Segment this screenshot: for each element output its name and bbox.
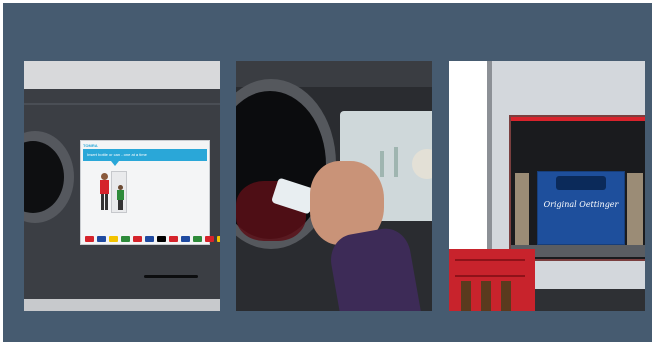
touchscreen: TOMRA Insert bottle or can - one at a ti…	[80, 140, 220, 245]
photo-touchscreen: TOMRA Insert bottle or can - one at a ti…	[24, 61, 220, 311]
screen-instruction: Insert bottle or can - one at a time	[87, 152, 147, 157]
language-flags	[85, 229, 220, 242]
flag-icon	[109, 236, 118, 242]
screen-brand: TOMRA	[83, 143, 98, 148]
sleeve	[326, 224, 422, 311]
illustration-child-legs	[118, 200, 123, 210]
compartment-roller	[627, 173, 643, 247]
illustration-child-body	[117, 190, 124, 200]
receipt-slot	[144, 275, 198, 278]
illustration-person-body	[100, 180, 109, 194]
compartment-top-light	[511, 117, 645, 121]
flag-icon	[157, 236, 166, 242]
flag-icon	[97, 236, 106, 242]
flag-icon	[121, 236, 130, 242]
screen-bottle-icon	[394, 147, 398, 177]
flag-icon	[133, 236, 142, 242]
photo-inserting-bottle	[236, 61, 432, 311]
illustration-person-leg	[101, 194, 104, 210]
illustration-person-leg	[105, 194, 108, 210]
flag-icon	[169, 236, 178, 242]
machine-seam	[24, 103, 220, 105]
flag-icon	[85, 236, 94, 242]
blue-crate: Original Oettinger	[537, 171, 625, 245]
crate-rail	[455, 259, 525, 261]
bottle	[501, 281, 511, 311]
flag-icon	[145, 236, 154, 242]
flag-icon	[217, 236, 220, 242]
compartment-roller	[515, 173, 529, 247]
header-pointer	[111, 161, 119, 166]
crate-handle	[556, 176, 606, 190]
crate-rail	[455, 275, 525, 277]
bottle	[481, 281, 491, 311]
crate-brand-text: Original Oettinger	[543, 200, 619, 209]
bottle	[461, 281, 471, 311]
screen-bottle-icon	[380, 151, 384, 177]
photo-crate-return: Original Oettinger	[449, 61, 645, 311]
screen-header: Insert bottle or can - one at a time	[83, 149, 207, 161]
illustration-person-head	[101, 173, 108, 180]
flag-icon	[193, 236, 202, 242]
photo-frame: TOMRA Insert bottle or can - one at a ti…	[3, 3, 652, 342]
screen-badge	[412, 149, 432, 179]
machine-base	[24, 299, 220, 311]
red-crate	[449, 249, 535, 311]
flag-icon	[205, 236, 214, 242]
flag-icon	[181, 236, 190, 242]
